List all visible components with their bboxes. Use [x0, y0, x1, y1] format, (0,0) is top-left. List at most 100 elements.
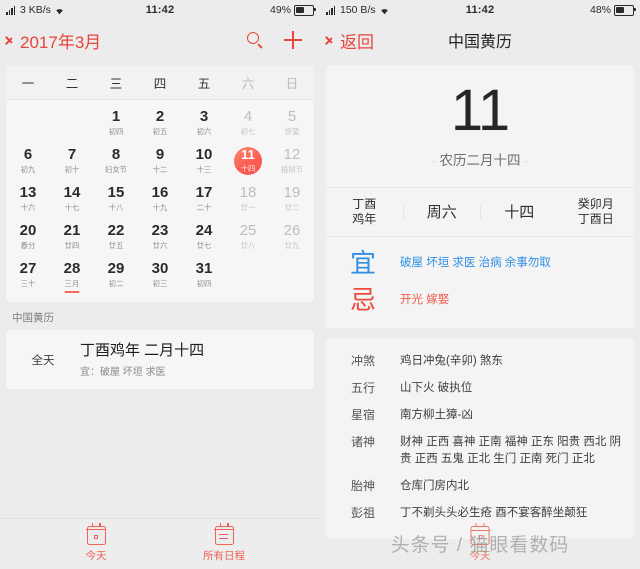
calendar-week-row: 1 初四 2 初五 3 初六 4 初七 5 惊蛰: [6, 104, 314, 142]
calendar-day-lunar: 廿七: [196, 241, 212, 250]
ji-row: 忌 开光 嫁娶: [326, 287, 634, 324]
ganzhi-row: 丁酉 鸡年 周六 十四 癸卯月 丁酉日: [326, 187, 634, 237]
weekday-fri: 五: [197, 77, 211, 91]
calendar-day-lunar: 三十: [20, 279, 36, 288]
tab-today[interactable]: 今天: [61, 522, 131, 563]
calendar-day-lunar: 廿一: [240, 203, 256, 212]
calendar-day-number: 23: [151, 222, 169, 239]
battery-icon: [614, 4, 636, 16]
tab-today-label: 今天: [85, 549, 107, 562]
calendar-day-lunar: 初五: [152, 127, 168, 136]
calendar-day-cell[interactable]: 24 廿七: [182, 218, 226, 256]
calendar-day-lunar: 初三: [152, 279, 168, 288]
calendar-day-cell[interactable]: 11 十四: [226, 142, 270, 180]
plus-icon[interactable]: [284, 31, 302, 49]
calendar-day-cell[interactable]: 18 廿一: [226, 180, 270, 218]
calendar-today-icon: [470, 523, 490, 545]
huangli-summary-card: 11 · 农历二月十四 · 丁酉 鸡年 周六 十四 癸卯月 丁酉日 宜 破屋 坏…: [326, 65, 634, 328]
calendar-day-cell[interactable]: 17 二十: [182, 180, 226, 218]
calendar-day-cell[interactable]: 6 初九: [6, 142, 50, 180]
calendar-day-cell[interactable]: 23 廿六: [138, 218, 182, 256]
calendar-day-cell[interactable]: 31 初四: [182, 256, 226, 294]
event-title: 丁酉鸡年 二月十四: [80, 342, 205, 359]
calendar-day-cell[interactable]: 19 廿二: [270, 180, 314, 218]
calendar-day-cell[interactable]: 20 春分: [6, 218, 50, 256]
network-rate: 3 KB/s: [20, 4, 51, 16]
calendar-day-lunar: 廿五: [108, 241, 124, 250]
wifi-icon: [54, 6, 65, 15]
calendar-day-number: 5: [287, 108, 297, 125]
calendar-day-cell[interactable]: 25 廿八: [226, 218, 270, 256]
calendar-day-number: 24: [195, 222, 213, 239]
tab-all-schedules[interactable]: 所有日程: [189, 522, 259, 563]
status-left-group-right: 150 B/s: [326, 4, 466, 16]
chevron-left-icon: [10, 33, 19, 48]
calendar-day-cell[interactable]: 30 初三: [138, 256, 182, 294]
calendar-day-cell[interactable]: 26 廿九: [270, 218, 314, 256]
calendar-day-lunar: 廿九: [284, 241, 300, 250]
month-back-button[interactable]: 2017年3月: [10, 28, 101, 53]
signal-icon: [6, 5, 17, 15]
calendar-day-cell[interactable]: 2 初五: [138, 104, 182, 142]
calendar-day-cell[interactable]: 9 十二: [138, 142, 182, 180]
network-rate: 150 B/s: [340, 4, 376, 16]
calendar-day-cell[interactable]: 8 妇女节: [94, 142, 138, 180]
calendar-day-cell[interactable]: 3 初六: [182, 104, 226, 142]
calendar-grid: 1 初四 2 初五 3 初六 4 初七 5 惊蛰 6 初九 7 初十 8 妇女节 9 十二 10 十三 11 十四 12 植树…: [6, 100, 314, 302]
calendar-day-cell[interactable]: 4 初七: [226, 104, 270, 142]
calendar-day-lunar: 初四: [108, 127, 124, 136]
calendar-day-lunar: 妇女节: [104, 165, 128, 174]
ganzhi-month: 癸卯月: [577, 197, 614, 211]
calendar-day-lunar: 十三: [196, 165, 212, 174]
calendar-day-lunar: 廿六: [152, 241, 168, 250]
yi-char: 宜: [349, 248, 376, 278]
big-lunar-label: · 农历二月十四 ·: [326, 149, 634, 183]
calendar-day-cell[interactable]: 7 初十: [50, 142, 94, 180]
calendar-week-row: 6 初九 7 初十 8 妇女节 9 十二 10 十三 11 十四 12 植树节: [6, 142, 314, 180]
calendar-day-cell[interactable]: 27 三十: [6, 256, 50, 294]
huangli-detail-row: 冲煞 鸡日冲兔(辛卯) 煞东: [326, 348, 634, 375]
calendar-day-cell[interactable]: 10 十三: [182, 142, 226, 180]
nav-bar-right: 返回 中国黄历: [320, 20, 640, 60]
search-icon[interactable]: [247, 31, 264, 49]
ghost-tab-today[interactable]: 今天: [470, 523, 491, 563]
calendar-day-cell[interactable]: 15 十八: [94, 180, 138, 218]
ji-items: 开光 嫁娶: [400, 294, 450, 306]
event-card[interactable]: 全天 丁酉鸡年 二月十四 宜：破屋 坏垣 求医: [6, 330, 314, 389]
calendar-day-cell[interactable]: 28 三月: [50, 256, 94, 294]
back-label: 返回: [340, 32, 374, 52]
big-day-block: 11 · 农历二月十四 ·: [326, 65, 634, 187]
left-screen-calendar: 3 KB/s 11:42 49% 2017年3月 一 二 三 四 五 六 日 1…: [0, 0, 320, 569]
tab-all-schedules-label: 所有日程: [203, 549, 245, 562]
battery-percent: 48%: [589, 4, 611, 16]
back-button[interactable]: 返回: [330, 28, 374, 53]
calendar-day-lunar: 初二: [108, 279, 124, 288]
huangli-detail-value: 鸡日冲兔(辛卯) 煞东: [400, 355, 503, 367]
status-clock: 11:42: [145, 4, 175, 16]
dot-right: ·: [524, 156, 528, 168]
calendar-day-number: 13: [19, 184, 37, 201]
calendar-day-cell[interactable]: 16 十九: [138, 180, 182, 218]
calendar-day-cell[interactable]: 21 廿四: [50, 218, 94, 256]
tab-bar: 今天 所有日程: [0, 518, 320, 569]
calendar-day-cell[interactable]: 5 惊蛰: [270, 104, 314, 142]
calendar-day-number: 16: [151, 184, 169, 201]
calendar-day-number: 18: [239, 184, 257, 201]
big-day-number: 11: [450, 78, 510, 143]
calendar-day-cell[interactable]: 13 十六: [6, 180, 50, 218]
calendar-day-number: 21: [63, 222, 81, 239]
calendar-day-cell[interactable]: 29 初二: [94, 256, 138, 294]
yi-items: 破屋 坏垣 求医 治病 余事勿取: [400, 257, 551, 269]
calendar-day-lunar: 初十: [64, 165, 80, 174]
current-month-label: 2017年3月: [20, 32, 102, 52]
calendar-day-cell[interactable]: 12 植树节: [270, 142, 314, 180]
calendar-day-cell[interactable]: 22 廿五: [94, 218, 138, 256]
weekday-thu: 四: [153, 77, 167, 91]
event-body: 丁酉鸡年 二月十四 宜：破屋 坏垣 求医: [80, 341, 314, 378]
calendar-day-cell[interactable]: 1 初四: [94, 104, 138, 142]
calendar-day-cell[interactable]: 14 十七: [50, 180, 94, 218]
ji-char: 忌: [349, 285, 376, 315]
calendar-day-number: 3: [199, 108, 209, 125]
ganzhi-year-line2: 鸡年: [352, 212, 377, 226]
calendar-day-number: 11: [241, 147, 255, 162]
